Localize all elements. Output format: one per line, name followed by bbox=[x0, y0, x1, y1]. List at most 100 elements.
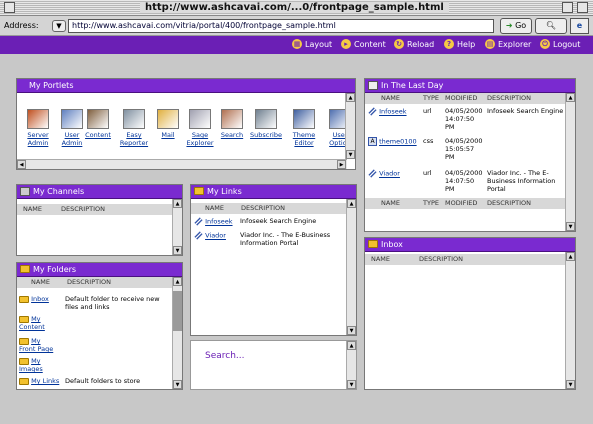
nav-logout[interactable]: ⏻ Logout bbox=[540, 39, 580, 49]
scroll-up-icon[interactable]: ▲ bbox=[566, 93, 575, 102]
portlet-6[interactable]: Search bbox=[215, 109, 249, 139]
window-titlebar[interactable]: http://www.ashcavai.com/...0/frontpage_s… bbox=[0, 0, 593, 16]
portlet-label[interactable]: Mail bbox=[151, 131, 185, 139]
portlet-icon[interactable] bbox=[189, 109, 211, 129]
folder-row-my-images[interactable]: My Images bbox=[19, 357, 59, 373]
portlets-vscroll[interactable]: ▲ ▼ bbox=[345, 93, 355, 159]
scroll-right-icon[interactable]: ▶ bbox=[337, 160, 346, 169]
folders-vscroll[interactable]: ▲ ▼ bbox=[172, 277, 182, 389]
nav-explorer[interactable]: ▤ Explorer bbox=[485, 39, 531, 49]
scroll-down-icon[interactable]: ▼ bbox=[346, 150, 355, 159]
portlet-label[interactable]: Subscribe bbox=[249, 131, 283, 139]
portlet-icon[interactable] bbox=[27, 109, 49, 129]
portlet-icon[interactable] bbox=[221, 109, 243, 129]
scroll-up-icon[interactable]: ▲ bbox=[173, 277, 182, 286]
portlet-label[interactable]: Easy Reporter bbox=[117, 131, 151, 147]
col-description: DESCRIPTION bbox=[419, 255, 463, 263]
chain-link-icon bbox=[368, 107, 377, 116]
folder-row-my-links[interactable]: My Links Default folders to store bbox=[19, 377, 169, 385]
link-name[interactable]: Viador bbox=[205, 232, 226, 240]
scroll-down-icon[interactable]: ▼ bbox=[173, 380, 182, 389]
scroll-thumb[interactable] bbox=[173, 291, 182, 331]
chain-link-icon bbox=[368, 169, 377, 178]
scroll-up-icon[interactable]: ▲ bbox=[347, 341, 356, 350]
portlet-2[interactable]: Content bbox=[81, 109, 115, 139]
link-row-viador[interactable]: Viador Viador Inc. - The E-Business Info… bbox=[194, 231, 344, 247]
folder-icon bbox=[20, 265, 30, 273]
search-input[interactable]: Search... bbox=[205, 351, 245, 361]
folder-row-inbox[interactable]: Inbox Default folder to receive new file… bbox=[19, 295, 169, 311]
links-vscroll[interactable]: ▲ ▼ bbox=[346, 199, 356, 335]
nav-help[interactable]: ? Help bbox=[444, 39, 475, 49]
item-type: url bbox=[423, 107, 432, 115]
scroll-down-icon[interactable]: ▼ bbox=[566, 222, 575, 231]
last-day-vscroll[interactable]: ▲ ▼ bbox=[565, 93, 575, 231]
portlet-label[interactable]: Search bbox=[215, 131, 249, 139]
item-description: Infoseek Search Engine bbox=[487, 107, 564, 115]
last-day-column-header: NAME TYPE MODIFIED DESCRIPTION bbox=[365, 93, 575, 104]
scroll-down-icon[interactable]: ▼ bbox=[566, 380, 575, 389]
item-name[interactable]: theme0100 bbox=[379, 138, 417, 146]
scroll-down-icon[interactable]: ▼ bbox=[347, 380, 356, 389]
my-channels-panel: My Channels NAME DESCRIPTION ▲ ▼ bbox=[16, 184, 183, 256]
browser-logo-button[interactable]: e bbox=[570, 18, 589, 34]
col-name: NAME bbox=[31, 278, 51, 286]
col-modified: MODIFIED bbox=[445, 199, 478, 207]
folder-row-my-content[interactable]: My Content bbox=[19, 315, 59, 331]
portlet-icon[interactable] bbox=[255, 109, 277, 129]
channels-vscroll[interactable]: ▲ ▼ bbox=[172, 199, 182, 255]
scroll-up-icon[interactable]: ▲ bbox=[173, 199, 182, 208]
search-vscroll[interactable]: ▲ ▼ bbox=[346, 341, 356, 389]
portlet-icon[interactable] bbox=[157, 109, 179, 129]
zoom-window-button[interactable] bbox=[562, 2, 573, 13]
portlet-icon[interactable] bbox=[293, 109, 315, 129]
folder-link[interactable]: Inbox bbox=[31, 295, 49, 303]
nav-layout[interactable]: ▦ Layout bbox=[292, 39, 332, 49]
last-day-row-theme0100[interactable]: A theme0100 css 04/05/2000 15:05:57 PM bbox=[368, 137, 566, 161]
portlets-hscroll[interactable]: ◀ ▶ bbox=[17, 159, 347, 169]
portlet-label[interactable]: Theme Editor bbox=[287, 131, 321, 147]
portlet-label[interactable]: Server Admin bbox=[21, 131, 55, 147]
portlet-icon[interactable] bbox=[87, 109, 109, 129]
item-name[interactable]: Viador bbox=[379, 170, 400, 178]
collapse-window-button[interactable] bbox=[577, 2, 588, 13]
link-name[interactable]: Infoseek bbox=[205, 218, 232, 226]
portlet-8[interactable]: Theme Editor bbox=[287, 109, 321, 147]
portlet-label[interactable]: Content bbox=[81, 131, 115, 139]
chevron-down-icon: ▼ bbox=[56, 22, 62, 30]
nav-content[interactable]: ▸ Content bbox=[341, 39, 386, 49]
nav-reload[interactable]: ↻ Reload bbox=[394, 39, 434, 49]
portlet-4[interactable]: Mail bbox=[151, 109, 185, 139]
scroll-left-icon[interactable]: ◀ bbox=[17, 160, 26, 169]
folder-link[interactable]: My Links bbox=[31, 377, 59, 385]
item-name[interactable]: Infoseek bbox=[379, 108, 406, 116]
scroll-up-icon[interactable]: ▲ bbox=[346, 93, 355, 102]
portlet-3[interactable]: Easy Reporter bbox=[117, 109, 151, 147]
scroll-up-icon[interactable]: ▲ bbox=[347, 199, 356, 208]
col-description: DESCRIPTION bbox=[487, 199, 531, 207]
go-button[interactable]: ➜ Go bbox=[500, 18, 532, 34]
portlet-label[interactable]: Sage Explorer bbox=[183, 131, 217, 147]
address-input[interactable]: http://www.ashcavai.com/vitria/portal/40… bbox=[68, 19, 494, 33]
portlet-icon[interactable] bbox=[123, 109, 145, 129]
folder-row-my-front-page[interactable]: My Front Page bbox=[19, 337, 59, 353]
address-history-dropdown[interactable]: ▼ bbox=[52, 20, 66, 32]
scroll-up-icon[interactable]: ▲ bbox=[566, 252, 575, 261]
portlet-7[interactable]: Subscribe bbox=[249, 109, 283, 139]
portlet-icon[interactable] bbox=[61, 109, 83, 129]
inbox-vscroll[interactable]: ▲ ▼ bbox=[565, 252, 575, 389]
scroll-down-icon[interactable]: ▼ bbox=[347, 326, 356, 335]
last-day-row-viador[interactable]: Viador url 04/05/2000 14:07:50 PM Viador… bbox=[368, 169, 566, 193]
folder-icon bbox=[368, 240, 378, 248]
last-day-column-footer: NAME TYPE MODIFIED DESCRIPTION bbox=[365, 198, 565, 209]
link-row-infoseek[interactable]: Infoseek Infoseek Search Engine bbox=[194, 217, 344, 226]
folders-column-header: NAME DESCRIPTION bbox=[17, 277, 182, 288]
portlet-0[interactable]: Server Admin bbox=[21, 109, 55, 147]
inbox-title: Inbox bbox=[381, 240, 403, 249]
col-name: NAME bbox=[23, 205, 43, 213]
last-day-row-infoseek[interactable]: Infoseek url 04/05/2000 14:07:50 PM Info… bbox=[368, 107, 566, 131]
close-window-button[interactable] bbox=[4, 2, 15, 13]
portlet-5[interactable]: Sage Explorer bbox=[183, 109, 217, 147]
search-button[interactable]: 🔍︎ bbox=[535, 18, 567, 34]
scroll-down-icon[interactable]: ▼ bbox=[173, 246, 182, 255]
